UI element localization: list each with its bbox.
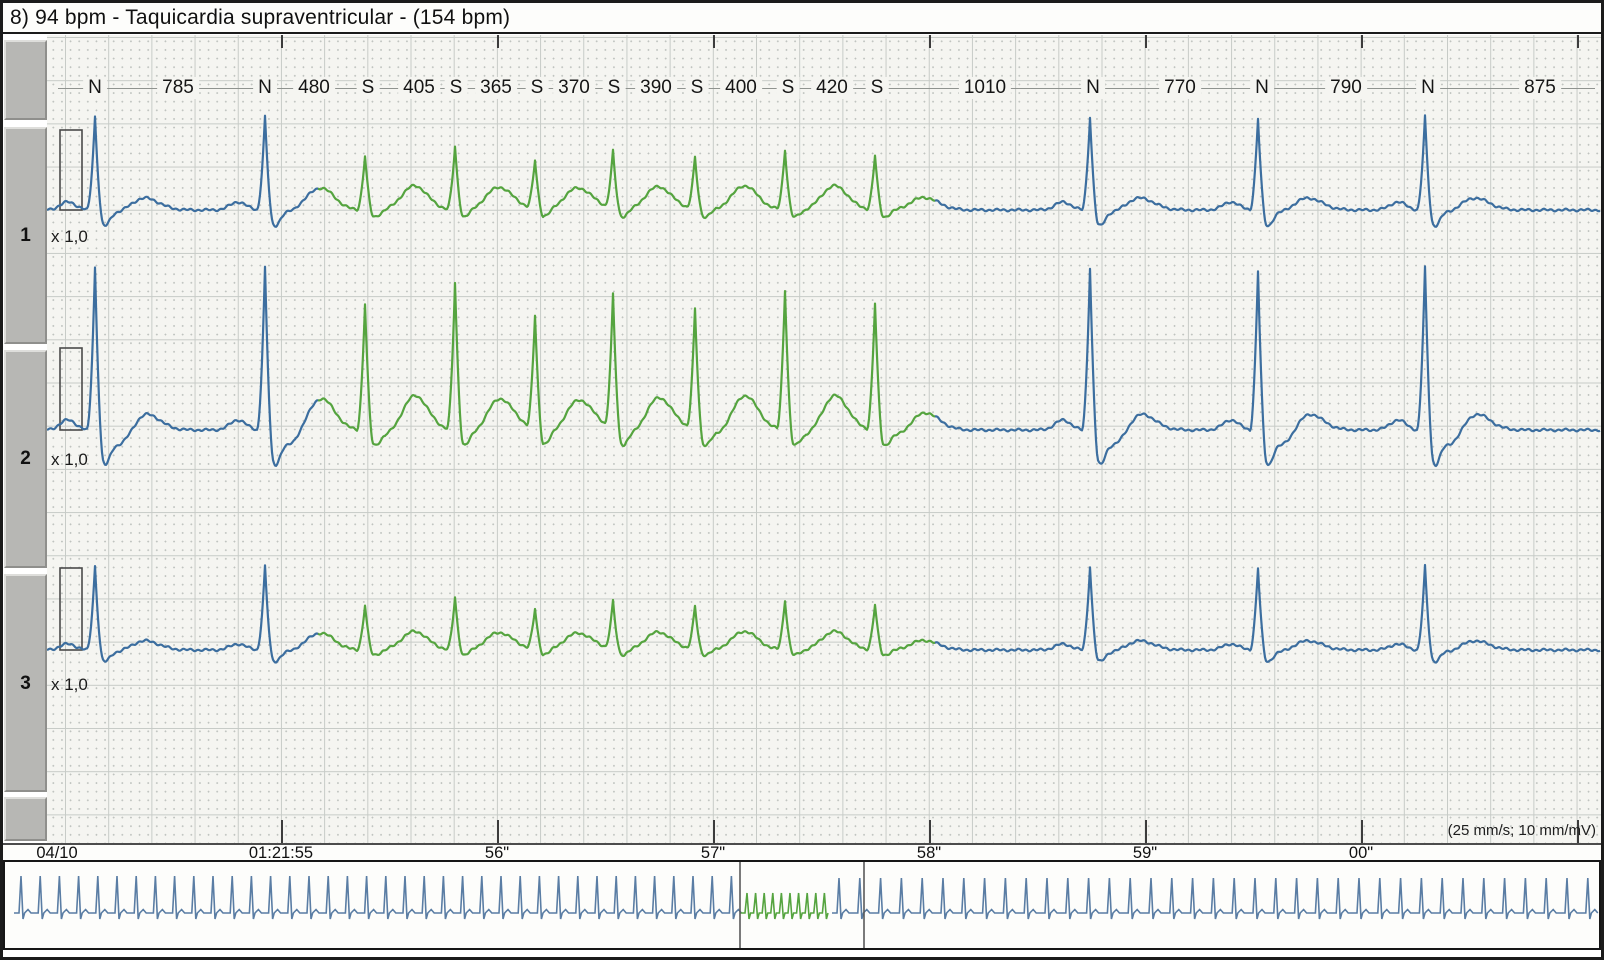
rr-interval-label: 420 — [811, 77, 853, 99]
rr-interval-label: 370 — [553, 77, 595, 99]
rhythm-overview-strip[interactable] — [3, 860, 1601, 950]
rr-interval-label: 770 — [1159, 77, 1201, 99]
second-tick-bottom — [713, 820, 715, 843]
beat-type-label: S — [357, 77, 380, 99]
sidebar-block[interactable] — [4, 797, 47, 841]
channel-gain-label: x 1,0 — [51, 675, 88, 695]
second-tick-bottom — [1145, 820, 1147, 843]
ecg-grid — [47, 35, 1601, 843]
title-bar: 8) 94 bpm - Taquicardia supraventricular… — [3, 3, 1601, 34]
beat-type-label: N — [83, 77, 107, 99]
second-tick-top — [929, 35, 931, 48]
channel-number-label: 1 — [4, 225, 47, 247]
time-label: 59" — [1133, 844, 1157, 863]
second-tick-top — [1361, 35, 1363, 48]
channel-gain-label: x 1,0 — [51, 450, 88, 470]
rr-interval-label: 875 — [1519, 77, 1561, 99]
second-tick-bottom — [929, 820, 931, 843]
page-title: 8) 94 bpm - Taquicardia supraventricular… — [10, 6, 510, 30]
time-label: 56" — [485, 844, 509, 863]
beat-type-label: S — [686, 77, 709, 99]
date-label: 04/10 — [36, 844, 77, 863]
beat-type-label: N — [1250, 77, 1274, 99]
second-tick-bottom — [1361, 820, 1363, 843]
time-label: 58" — [917, 844, 941, 863]
channel-gain-label: x 1,0 — [51, 227, 88, 247]
rr-interval-label: 790 — [1325, 77, 1367, 99]
scale-note: (25 mm/s; 10 mm/mV) — [1448, 822, 1596, 839]
beat-type-label: N — [253, 77, 277, 99]
rr-interval-label: 480 — [293, 77, 335, 99]
rr-interval-label: 1010 — [959, 77, 1011, 99]
beat-type-label: N — [1081, 77, 1105, 99]
channel-number-label: 2 — [4, 448, 47, 470]
second-tick-top — [1577, 35, 1579, 48]
second-tick-top — [713, 35, 715, 48]
rr-interval-label: 405 — [398, 77, 440, 99]
rr-interval-label: 365 — [475, 77, 517, 99]
sidebar-block[interactable] — [4, 40, 47, 120]
second-tick-top — [1145, 35, 1147, 48]
rr-interval-label: 400 — [720, 77, 762, 99]
beat-type-label: S — [777, 77, 800, 99]
second-tick-top — [497, 35, 499, 48]
second-tick-top — [281, 35, 283, 48]
time-label: 57" — [701, 844, 725, 863]
time-label: 01:21:55 — [249, 844, 313, 863]
rr-interval-label: 785 — [157, 77, 199, 99]
beat-type-label: S — [603, 77, 626, 99]
time-label: 00" — [1349, 844, 1373, 863]
rr-interval-label: 390 — [635, 77, 677, 99]
beat-type-label: S — [866, 77, 889, 99]
second-tick-bottom — [497, 820, 499, 843]
channel-number-label: 3 — [4, 673, 47, 695]
beat-type-label: S — [526, 77, 549, 99]
beat-type-label: S — [445, 77, 468, 99]
beat-type-label: N — [1416, 77, 1440, 99]
second-tick-bottom — [281, 820, 283, 843]
